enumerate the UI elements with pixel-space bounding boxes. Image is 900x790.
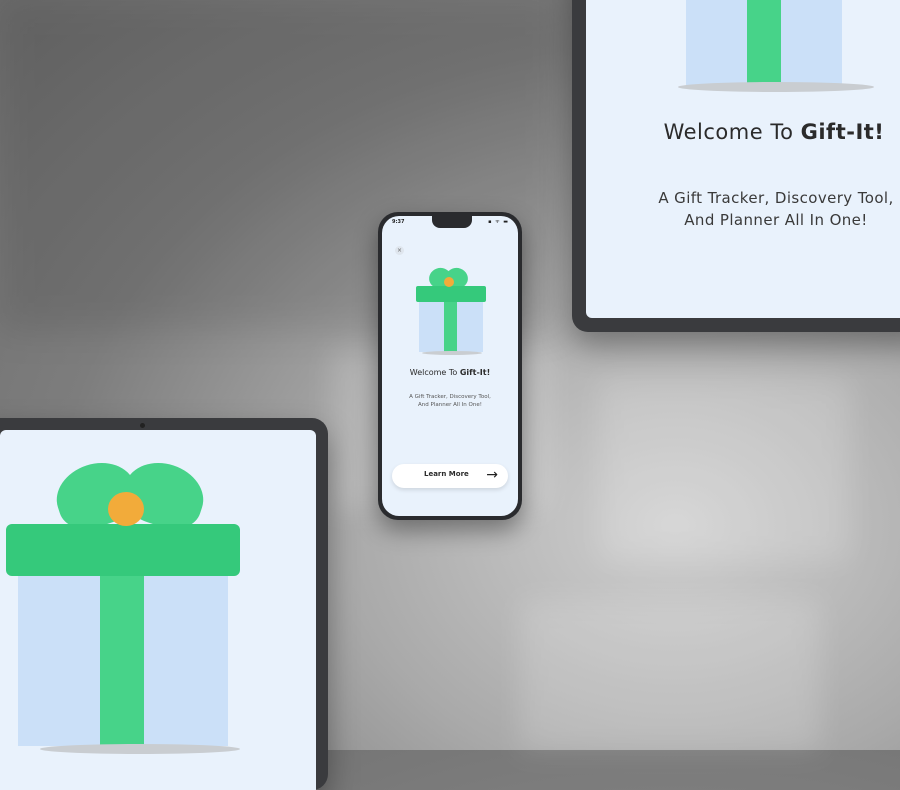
status-time: 9:37 [392,219,405,225]
background-light-patch [520,600,820,750]
tablet-bottom-left [0,418,328,790]
tablet-top-right: Welcome To Gift-It! A Gift Tracker, Disc… [572,0,900,332]
welcome-subtitle: A Gift Tracker, Discovery Tool, And Plan… [396,393,504,409]
gift-ribbon [747,0,781,86]
subtitle-line-1: A Gift Tracker, Discovery Tool, [409,394,491,400]
gift-lid [6,524,240,576]
status-icons: ▪︎ ᯤ ▬ [488,219,509,225]
welcome-title: Welcome To Gift-It! [644,120,900,144]
subtitle-line-1: A Gift Tracker, Discovery Tool, [658,189,894,207]
phone-screen: 9:37 ▪︎ ᯤ ▬ × Welcome To Gift-It! A Gift… [382,216,518,516]
welcome-title: Welcome To Gift-It! [382,368,518,377]
learn-more-label: Learn More [424,470,469,478]
subtitle-line-2: And Planner All In One! [418,402,482,408]
gift-shadow [40,744,240,754]
brand-name: Gift-It! [800,120,885,144]
background-light-patch [600,380,850,560]
brand-name: Gift-It! [459,368,491,377]
phone: 9:37 ▪︎ ᯤ ▬ × Welcome To Gift-It! A Gift… [378,212,522,520]
welcome-title-prefix: Welcome To [663,120,801,144]
learn-more-button[interactable]: Learn More → [392,464,508,488]
gift-shadow [678,82,874,92]
close-icon[interactable]: × [395,246,404,255]
phone-notch [432,216,472,228]
tablet-camera [140,423,145,428]
tablet-bottom-left-screen [0,430,316,790]
gift-bow-knot [444,277,454,287]
tablet-top-right-screen: Welcome To Gift-It! A Gift Tracker, Disc… [586,0,900,318]
gift-ribbon [100,576,144,746]
arrow-right-icon: → [486,467,498,483]
welcome-title-prefix: Welcome To [409,368,460,377]
gift-shadow [422,351,482,355]
subtitle-line-2: And Planner All In One! [684,211,868,229]
gift-bow-knot [108,492,144,526]
gift-ribbon [444,302,457,352]
welcome-subtitle: A Gift Tracker, Discovery Tool, And Plan… [616,187,900,231]
gift-lid [416,286,486,302]
